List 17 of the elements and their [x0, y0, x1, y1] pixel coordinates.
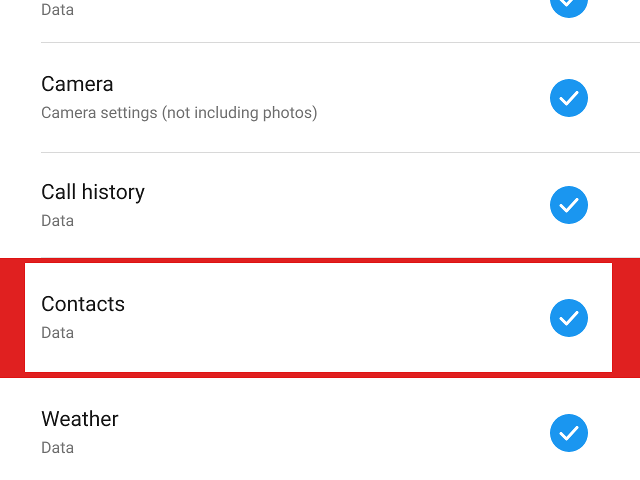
- item-title: Weather: [41, 408, 119, 432]
- list-item[interactable]: Weather Data: [41, 378, 640, 480]
- item-subtitle: Camera settings (not including photos): [41, 103, 318, 122]
- checked-checkbox-icon[interactable]: [550, 414, 588, 452]
- item-subtitle: Data: [41, 0, 74, 19]
- list-item[interactable]: Camera Camera settings (not including photos): [41, 43, 640, 153]
- highlighted-list-item[interactable]: Contacts Data: [0, 258, 640, 378]
- item-subtitle: Data: [41, 438, 76, 457]
- item-subtitle: Data: [41, 323, 76, 342]
- item-title: Call history: [41, 180, 145, 204]
- item-title: Contacts: [41, 293, 126, 317]
- checked-checkbox-icon[interactable]: [550, 78, 588, 116]
- item-title: Camera: [41, 73, 115, 97]
- list-item[interactable]: Data: [41, 0, 640, 43]
- checked-checkbox-icon[interactable]: [550, 186, 588, 224]
- item-subtitle: Data: [41, 210, 76, 230]
- checked-checkbox-icon[interactable]: [550, 298, 588, 336]
